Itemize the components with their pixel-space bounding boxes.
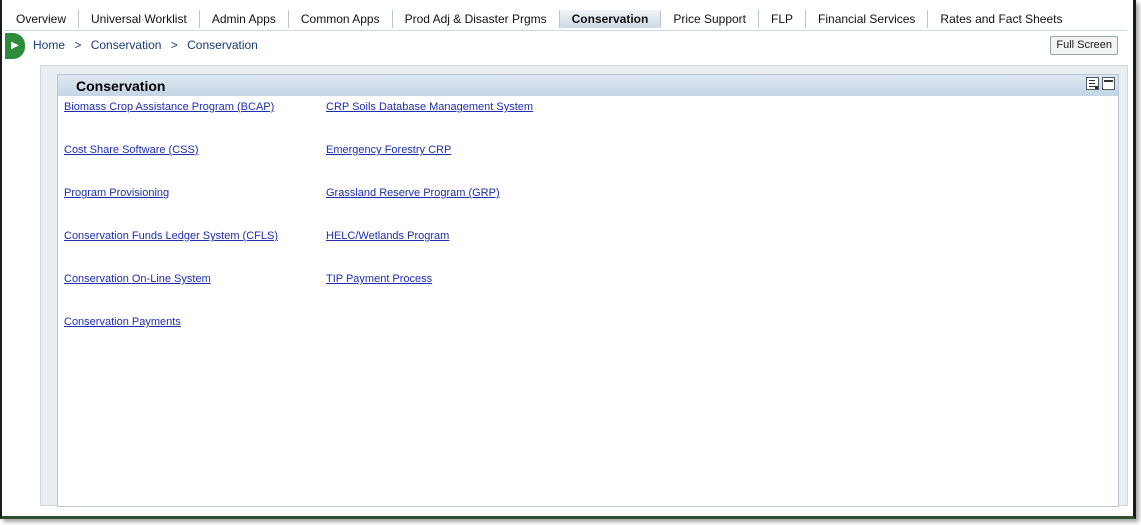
top-navigation: Overview Universal Worklist Admin Apps C… bbox=[4, 8, 1127, 31]
tab-price-support[interactable]: Price Support bbox=[661, 10, 760, 28]
link-cfls[interactable]: Conservation Funds Ledger System (CFLS) bbox=[64, 230, 278, 273]
link-conservation-payments[interactable]: Conservation Payments bbox=[64, 316, 278, 359]
panel-header-icons bbox=[1086, 77, 1115, 90]
links-area: Biomass Crop Assistance Program (BCAP) C… bbox=[64, 101, 1118, 506]
tab-financial-services[interactable]: Financial Services bbox=[806, 10, 929, 28]
link-program-provisioning[interactable]: Program Provisioning bbox=[64, 187, 278, 230]
play-arrow-icon: ▶ bbox=[11, 40, 19, 51]
breadcrumb-separator: > bbox=[170, 38, 178, 52]
panel-header: Conservation bbox=[58, 75, 1118, 96]
expand-sidebar-button[interactable]: ▶ bbox=[5, 33, 25, 59]
panel-options-icon[interactable] bbox=[1086, 77, 1099, 90]
tab-admin-apps[interactable]: Admin Apps bbox=[200, 10, 289, 28]
breadcrumb-conservation[interactable]: Conservation bbox=[91, 38, 162, 52]
breadcrumb-current: Conservation bbox=[187, 38, 258, 52]
window-frame: Overview Universal Worklist Admin Apps C… bbox=[0, 0, 1136, 519]
tab-conservation[interactable]: Conservation bbox=[559, 10, 662, 28]
conservation-panel: Conservation Biomass Crop Assistance Pro… bbox=[57, 74, 1119, 507]
link-crp-soils-database[interactable]: CRP Soils Database Management System bbox=[326, 101, 533, 144]
link-emergency-forestry-crp[interactable]: Emergency Forestry CRP bbox=[326, 144, 533, 187]
tab-rates-fact-sheets[interactable]: Rates and Fact Sheets bbox=[928, 10, 1074, 28]
tab-common-apps[interactable]: Common Apps bbox=[289, 10, 393, 28]
link-bcap[interactable]: Biomass Crop Assistance Program (BCAP) bbox=[64, 101, 278, 144]
links-column-1: Biomass Crop Assistance Program (BCAP) C… bbox=[64, 101, 278, 359]
link-css[interactable]: Cost Share Software (CSS) bbox=[64, 144, 278, 187]
link-conservation-online-system[interactable]: Conservation On-Line System bbox=[64, 273, 278, 316]
panel-title: Conservation bbox=[76, 78, 166, 94]
tab-overview[interactable]: Overview bbox=[4, 10, 80, 28]
tab-flp[interactable]: FLP bbox=[759, 10, 807, 28]
tab-universal-worklist[interactable]: Universal Worklist bbox=[79, 10, 200, 28]
content-area: Conservation Biomass Crop Assistance Pro… bbox=[40, 65, 1128, 507]
breadcrumb-home[interactable]: Home bbox=[33, 38, 65, 52]
breadcrumb-separator: > bbox=[74, 38, 82, 52]
breadcrumb: Home > Conservation > Conservation bbox=[33, 38, 258, 52]
full-screen-button[interactable]: Full Screen bbox=[1050, 36, 1118, 55]
link-grp[interactable]: Grassland Reserve Program (GRP) bbox=[326, 187, 533, 230]
tab-prod-adj-disaster[interactable]: Prod Adj & Disaster Prgms bbox=[393, 10, 560, 28]
links-column-2: CRP Soils Database Management System Eme… bbox=[326, 101, 533, 316]
link-tip-payment-process[interactable]: TIP Payment Process bbox=[326, 273, 533, 316]
link-helc-wetlands[interactable]: HELC/Wetlands Program bbox=[326, 230, 533, 273]
minimize-icon[interactable] bbox=[1102, 77, 1115, 90]
